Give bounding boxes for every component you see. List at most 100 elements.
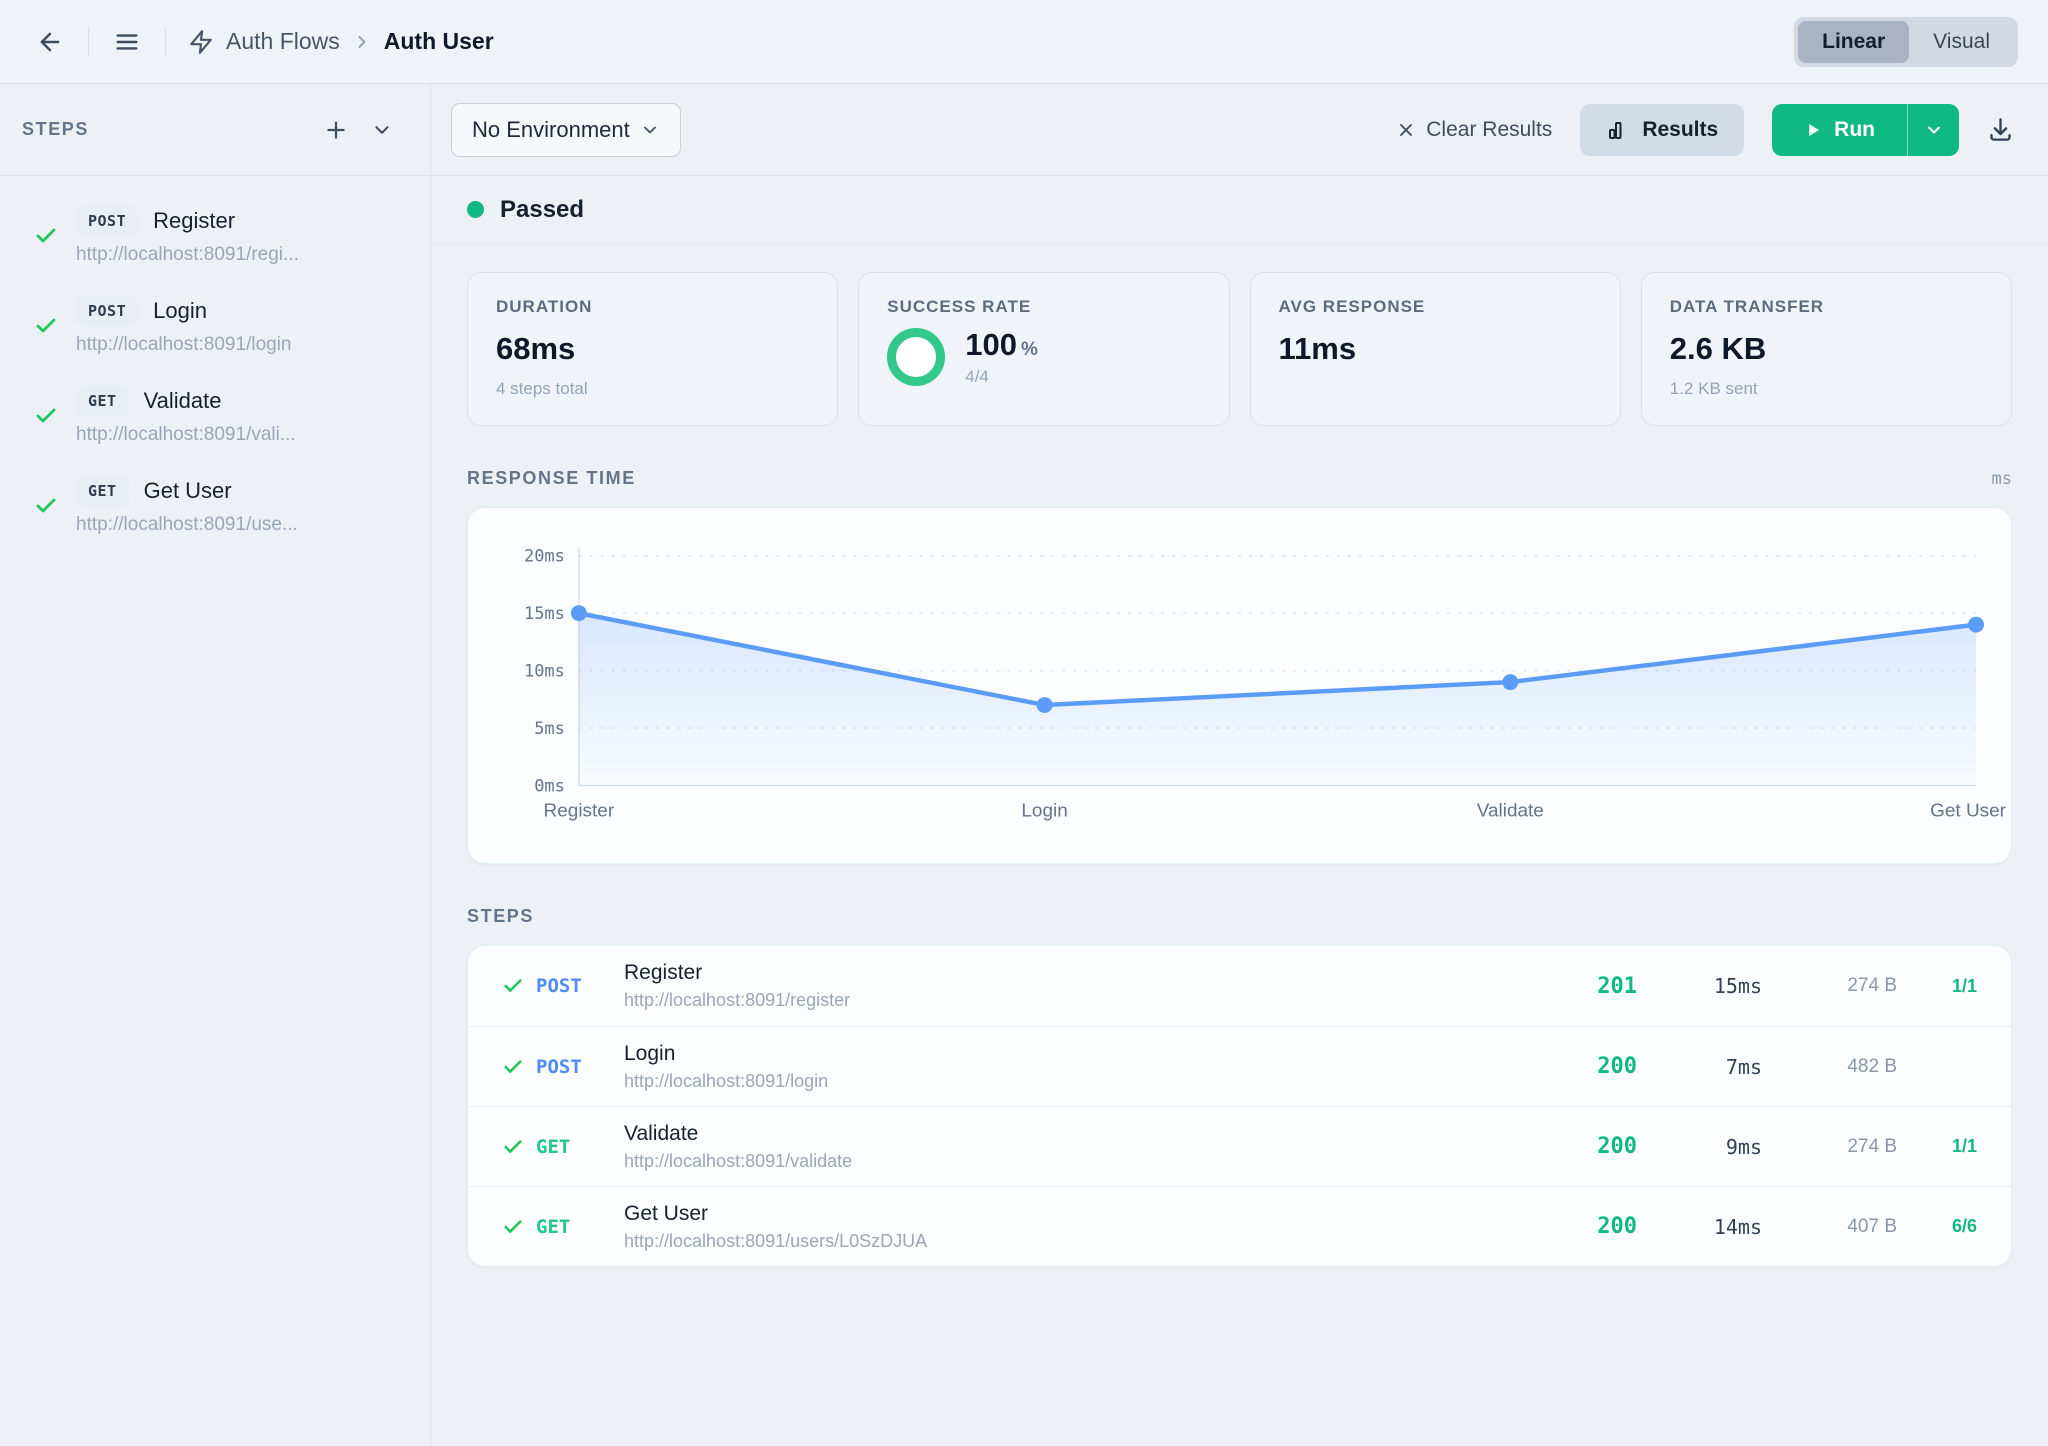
stat-label: SUCCESS RATE — [887, 297, 1200, 317]
percent-unit: % — [1021, 339, 1038, 361]
row-url: http://localhost:8091/users/L0SzDJUA — [624, 1231, 1547, 1252]
stat-value: 68ms — [496, 331, 809, 367]
method-badge: GET — [76, 476, 129, 506]
stat-sub: 4/4 — [965, 367, 1038, 387]
avg-response-card: AVG RESPONSE 11ms — [1250, 272, 1621, 426]
check-icon — [34, 404, 60, 428]
table-row-login[interactable]: POST Login http://localhost:8091/login 2… — [468, 1026, 2011, 1106]
row-size: 407 B — [1762, 1216, 1897, 1238]
step-url: http://localhost:8091/use... — [76, 514, 298, 536]
row-duration: 9ms — [1637, 1135, 1762, 1159]
results-content: DURATION 68ms 4 steps total SUCCESS RATE… — [431, 244, 2048, 1446]
row-assertions: 6/6 — [1897, 1216, 1977, 1237]
environment-value: No Environment — [472, 117, 630, 143]
check-icon — [502, 1056, 536, 1078]
response-time-title: RESPONSE TIME — [467, 468, 636, 489]
run-label: Run — [1834, 118, 1875, 142]
view-mode-toggle: Linear Visual — [1794, 17, 2018, 67]
row-name: Validate — [624, 1122, 1547, 1146]
breadcrumb-parent-link[interactable]: Auth Flows — [226, 28, 340, 55]
success-ring-icon — [887, 328, 945, 386]
run-options-button[interactable] — [1907, 104, 1959, 156]
row-name: Login — [624, 1042, 1547, 1066]
environment-select[interactable]: No Environment — [451, 103, 681, 157]
steps-sidebar: STEPS — [0, 84, 431, 1446]
steps-table-header: STEPS — [467, 906, 2012, 927]
run-button[interactable]: Run — [1772, 104, 1907, 156]
steps-list: POST Register http://localhost:8091/regi… — [0, 176, 430, 566]
back-arrow-icon — [36, 28, 64, 56]
check-icon — [502, 1216, 536, 1238]
row-name: Get User — [624, 1202, 1547, 1226]
sidebar-title: STEPS — [22, 119, 89, 140]
check-icon — [34, 494, 60, 518]
status-code: 200 — [1547, 1214, 1637, 1239]
stat-value: 100% — [965, 327, 1038, 363]
step-url: http://localhost:8091/login — [76, 334, 292, 356]
check-icon — [502, 975, 536, 997]
row-size: 482 B — [1762, 1056, 1897, 1078]
table-row-validate[interactable]: GET Validate http://localhost:8091/valid… — [468, 1106, 2011, 1186]
response-time-header: RESPONSE TIME ms — [467, 468, 2012, 489]
chevron-down-icon — [371, 119, 393, 141]
back-button[interactable] — [30, 22, 70, 62]
table-row-get-user[interactable]: GET Get User http://localhost:8091/users… — [468, 1186, 2011, 1266]
collapse-steps-button[interactable] — [362, 110, 402, 150]
svg-text:15ms: 15ms — [524, 603, 565, 623]
page-title: Auth User — [384, 28, 494, 55]
play-icon — [1804, 121, 1822, 139]
sidebar-header: STEPS — [0, 84, 430, 176]
stat-label: DURATION — [496, 297, 809, 317]
status-code: 200 — [1547, 1134, 1637, 1159]
response-time-chart-card: 0ms5ms10ms15ms20msRegisterLoginValidateG… — [467, 507, 2012, 864]
stat-cards: DURATION 68ms 4 steps total SUCCESS RATE… — [467, 272, 2012, 426]
svg-text:Validate: Validate — [1477, 800, 1544, 821]
toggle-visual-button[interactable]: Visual — [1909, 21, 2014, 63]
add-step-button[interactable] — [316, 110, 356, 150]
breadcrumb-chevron-icon — [352, 32, 372, 52]
status-dot-icon — [467, 201, 484, 218]
chart-unit-label: ms — [1992, 469, 2012, 489]
check-icon — [502, 1136, 536, 1158]
step-name: Validate — [144, 388, 222, 414]
steps-table: POST Register http://localhost:8091/regi… — [467, 945, 2012, 1267]
svg-text:Get User: Get User — [1930, 800, 2006, 821]
menu-button[interactable] — [107, 22, 147, 62]
download-button[interactable] — [1987, 116, 2014, 143]
results-button[interactable]: Results — [1580, 104, 1744, 156]
app-window: Auth Flows Auth User Linear Visual STEPS — [0, 0, 2048, 1446]
download-icon — [1987, 116, 2014, 143]
sidebar-step-get-user[interactable]: GET Get User http://localhost:8091/use..… — [0, 476, 430, 536]
clear-results-label: Clear Results — [1426, 118, 1552, 142]
svg-text:Register: Register — [544, 800, 615, 821]
table-row-register[interactable]: POST Register http://localhost:8091/regi… — [468, 946, 2011, 1026]
clear-results-button[interactable]: Clear Results — [1396, 118, 1552, 142]
results-label: Results — [1642, 118, 1718, 142]
sidebar-step-validate[interactable]: GET Validate http://localhost:8091/vali.… — [0, 386, 430, 446]
data-transfer-card: DATA TRANSFER 2.6 KB 1.2 KB sent — [1641, 272, 2012, 426]
row-url: http://localhost:8091/validate — [624, 1151, 1547, 1172]
row-duration: 15ms — [1637, 974, 1762, 998]
main-panel: No Environment Clear Results — [431, 84, 2048, 1446]
method-label: POST — [536, 975, 624, 997]
method-badge: GET — [76, 386, 129, 416]
duration-card: DURATION 68ms 4 steps total — [467, 272, 838, 426]
sidebar-step-register[interactable]: POST Register http://localhost:8091/regi… — [0, 206, 430, 266]
row-assertions: 1/1 — [1897, 1136, 1977, 1157]
svg-text:Login: Login — [1021, 800, 1067, 821]
breadcrumb: Auth Flows Auth User — [188, 28, 494, 55]
steps-table-title: STEPS — [467, 906, 534, 927]
stat-label: AVG RESPONSE — [1279, 297, 1592, 317]
row-url: http://localhost:8091/register — [624, 990, 1547, 1011]
toolbar: No Environment Clear Results — [431, 84, 2048, 176]
row-size: 274 B — [1762, 1136, 1897, 1158]
step-url: http://localhost:8091/vali... — [76, 424, 296, 446]
bar-chart-icon — [1606, 118, 1630, 142]
check-icon — [34, 224, 60, 248]
method-label: POST — [536, 1056, 624, 1078]
status-code: 200 — [1547, 1054, 1637, 1079]
svg-text:0ms: 0ms — [534, 775, 565, 795]
method-label: GET — [536, 1216, 624, 1238]
sidebar-step-login[interactable]: POST Login http://localhost:8091/login — [0, 296, 430, 356]
toggle-linear-button[interactable]: Linear — [1798, 21, 1909, 63]
